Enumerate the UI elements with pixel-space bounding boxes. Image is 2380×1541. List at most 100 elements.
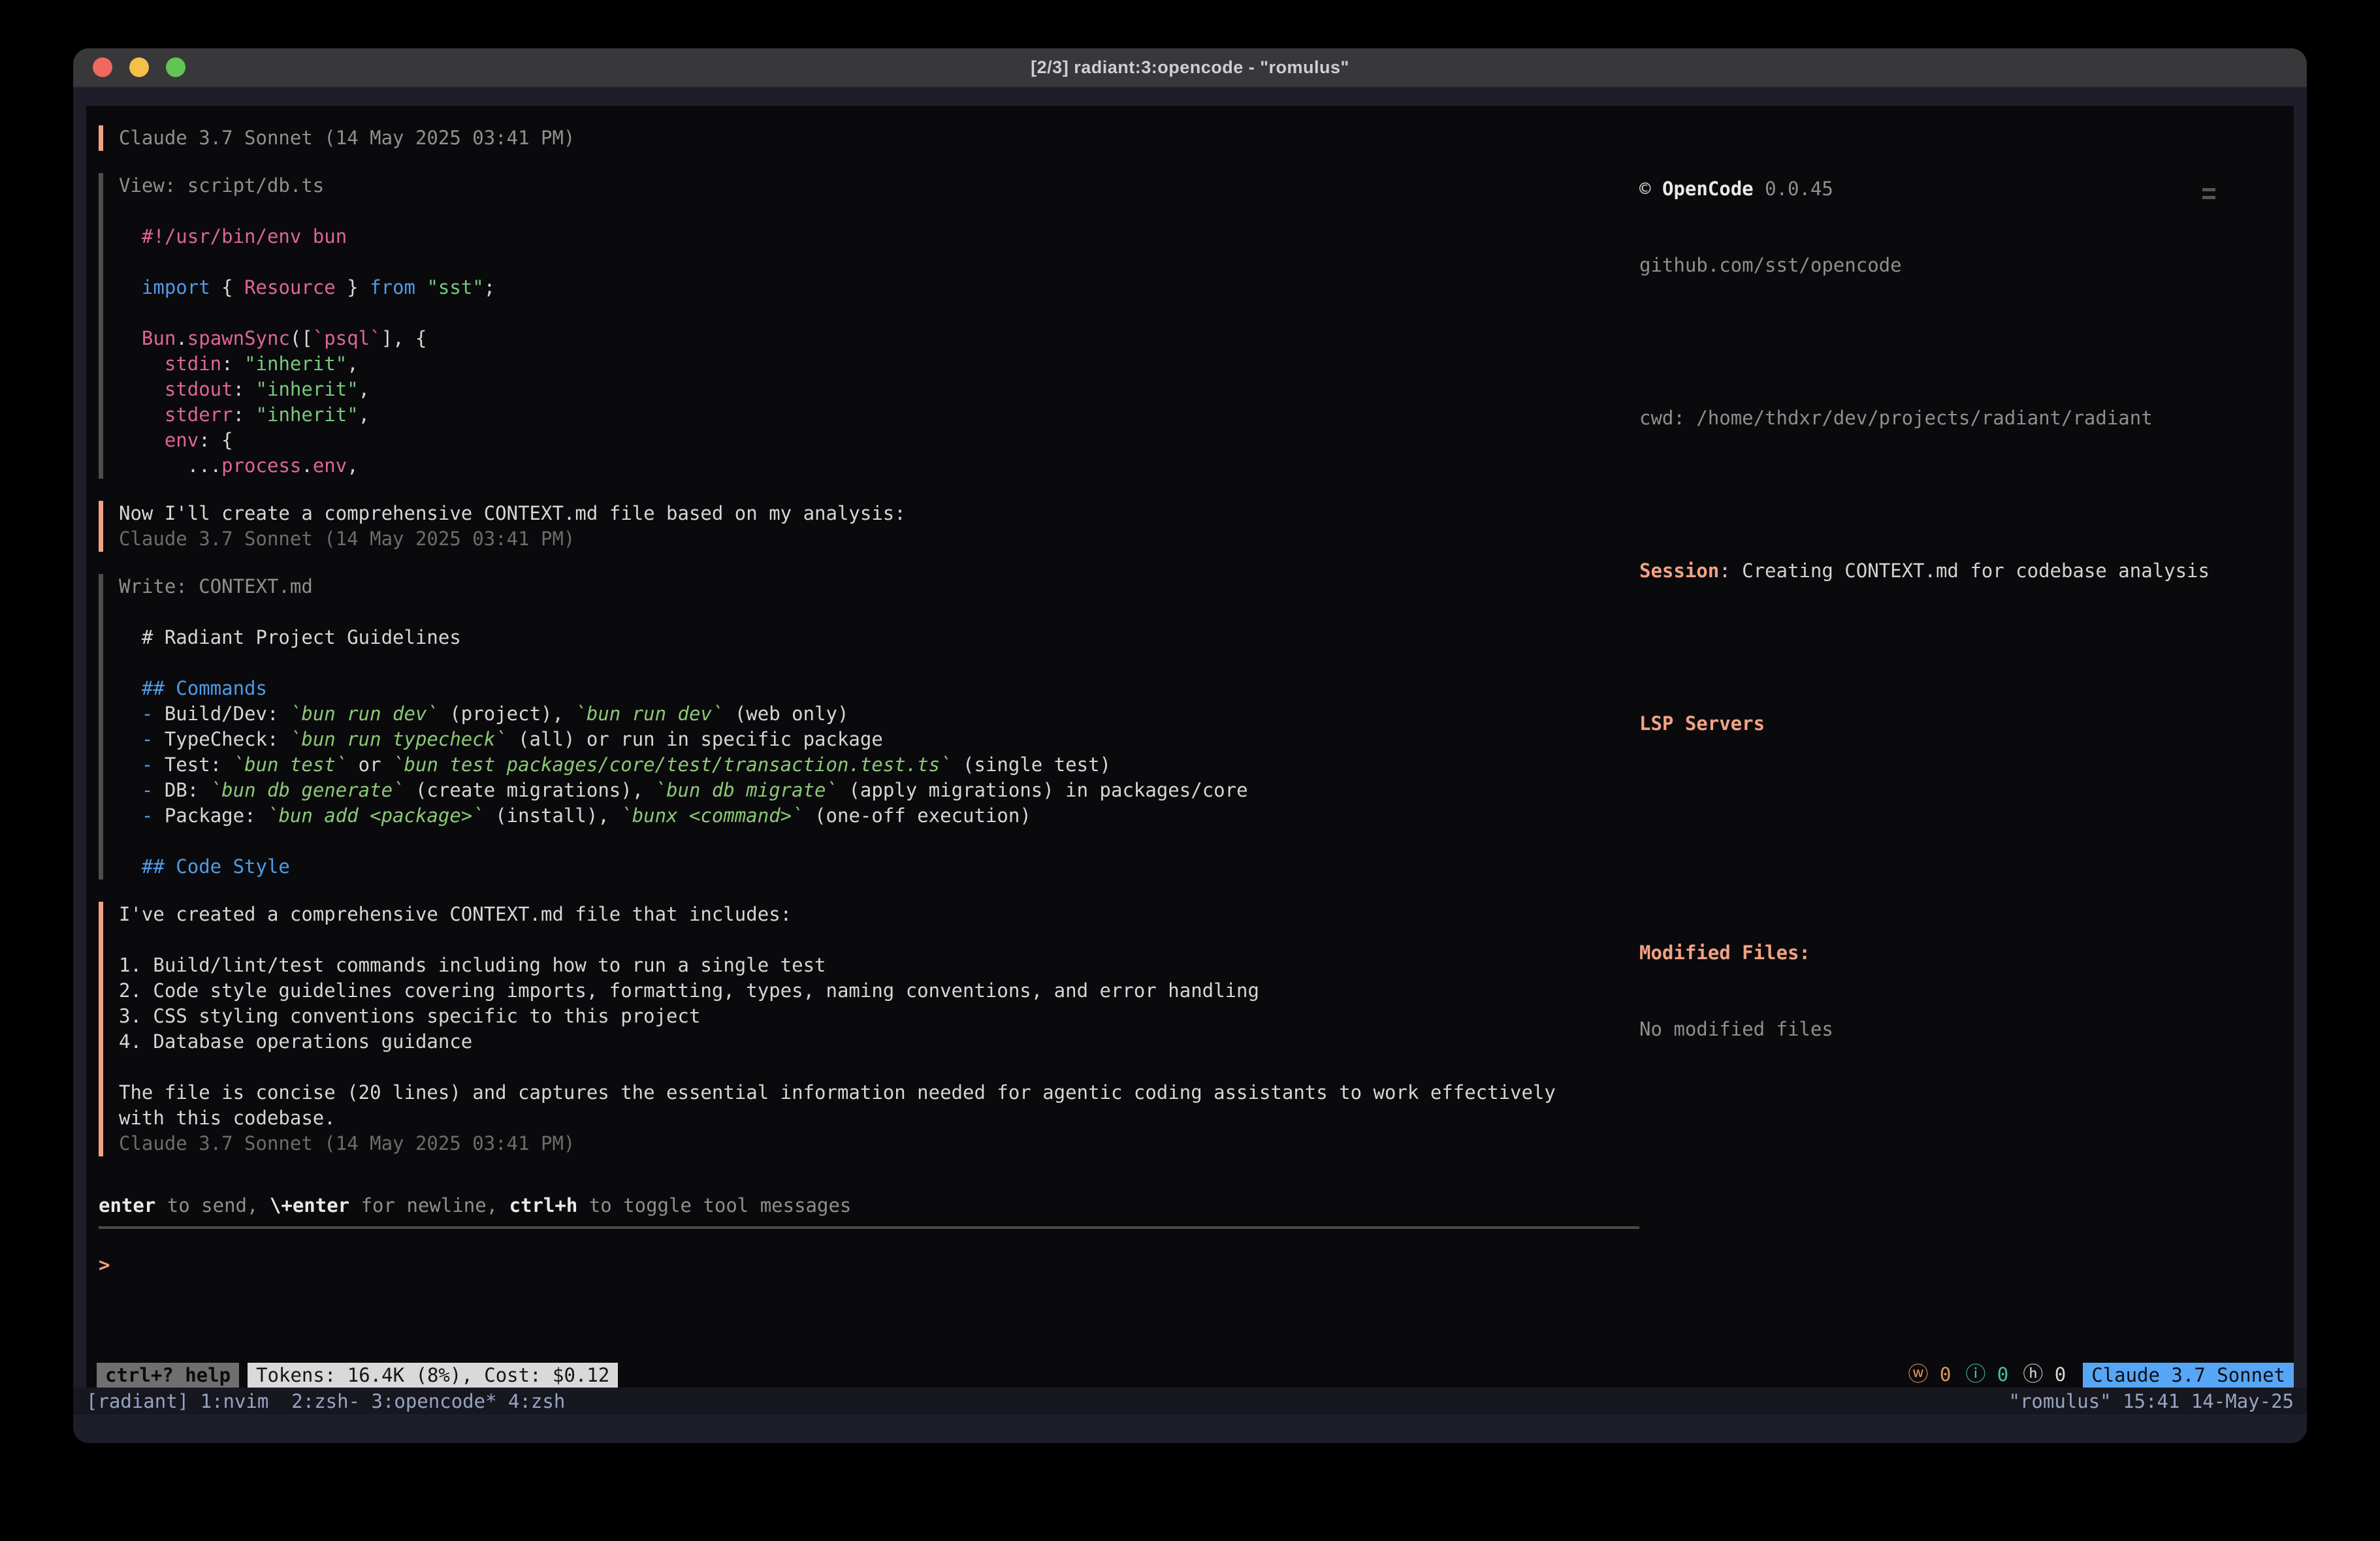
terminal-line: Claude 3.7 Sonnet (14 May 2025 03:41 PM): [119, 526, 906, 552]
terminal-line: Claude 3.7 Sonnet (14 May 2025 03:41 PM): [119, 125, 575, 151]
text-segment: [119, 429, 165, 451]
terminal-window: [2/3] radiant:3:opencode - "romulus" Cla…: [73, 48, 2307, 1443]
text-segment: [119, 378, 165, 400]
text-segment: "sst": [426, 276, 483, 298]
terminal-line: I've created a comprehensive CONTEXT.md …: [119, 902, 1556, 927]
chat-message-block: Now I'll create a comprehensive CONTEXT.…: [99, 501, 1639, 552]
text-segment: spawnSync: [187, 327, 290, 349]
text-segment: `bun db generate`: [210, 779, 404, 801]
terminal-line: - Package: `bun add <package>` (install)…: [119, 803, 1248, 829]
text-segment: # Radiant Project Guidelines: [119, 626, 461, 648]
text-segment: #!/usr/bin/env bun: [119, 225, 347, 247]
text-segment: ,: [359, 404, 370, 426]
brand-version: 0.0.45: [1765, 178, 1833, 200]
text-segment: stdin: [165, 353, 221, 375]
terminal-line: 4. Database operations guidance: [119, 1029, 1556, 1055]
text-segment: {: [210, 276, 244, 298]
terminal-line: - Build/Dev: `bun run dev` (project), `b…: [119, 701, 1248, 727]
terminal-line: [119, 829, 1248, 854]
session-label: Session: [1639, 560, 1719, 582]
text-segment: :: [221, 353, 244, 375]
text-segment: -: [142, 804, 153, 827]
text-segment: Bun: [142, 327, 176, 349]
text-segment: :: [233, 404, 256, 426]
text-segment: DB:: [153, 779, 210, 801]
diagnostic-icon: ⓘ: [1965, 1363, 1986, 1386]
input-divider: [99, 1226, 1639, 1229]
terminal-line: stderr: "inherit",: [119, 402, 495, 428]
repo-link: github.com/sst/opencode: [1639, 253, 2248, 278]
terminal-line: [119, 927, 1556, 953]
text-segment: [119, 779, 142, 801]
text-segment: }: [336, 276, 370, 298]
text-segment: `bunx <command>`: [620, 804, 803, 827]
help-badge[interactable]: ctrl+? help: [97, 1363, 239, 1388]
text-segment: [119, 353, 165, 375]
terminal-line: - TypeCheck: `bun run typecheck` (all) o…: [119, 727, 1248, 752]
terminal-line: Claude 3.7 Sonnet (14 May 2025 03:41 PM): [119, 1131, 1556, 1156]
text-segment: -: [142, 728, 153, 750]
text-segment: -: [142, 754, 153, 776]
scrollbar-thumb[interactable]: [2202, 188, 2215, 191]
window-title: [2/3] radiant:3:opencode - "romulus": [73, 57, 2307, 78]
text-segment: [119, 804, 142, 827]
text-segment: ...: [119, 454, 221, 477]
message-accent-bar: [99, 501, 103, 552]
text-segment: [119, 703, 142, 725]
text-segment: [119, 677, 142, 699]
text-segment: "inherit": [256, 404, 359, 426]
message-accent-bar: [99, 902, 103, 1156]
terminal-line: 3. CSS styling conventions specific to t…: [119, 1004, 1556, 1029]
text-segment: :: [233, 378, 256, 400]
text-segment: ctrl+h: [509, 1194, 578, 1216]
diagnostic-white-count: ⓗ 0: [2023, 1362, 2066, 1388]
diagnostic-orange-count: ⓦ 0: [1908, 1362, 1951, 1388]
text-segment: ([: [290, 327, 313, 349]
text-segment: [119, 855, 142, 878]
text-segment: Package:: [153, 804, 267, 827]
text-segment: (single test): [952, 754, 1111, 776]
text-segment: ,: [347, 353, 358, 375]
prompt-input[interactable]: >: [99, 1252, 1639, 1278]
text-segment: to send,: [155, 1194, 270, 1216]
terminal-line: [119, 1055, 1556, 1080]
text-segment: `bun run dev`: [290, 703, 438, 725]
modified-files-value: No modified files: [1639, 1017, 2248, 1042]
window-titlebar[interactable]: [2/3] radiant:3:opencode - "romulus": [73, 48, 2307, 87]
text-segment: env: [313, 454, 347, 477]
terminal-line: 2. Code style guidelines covering import…: [119, 978, 1556, 1004]
terminal-line: ## Code Style: [119, 854, 1248, 880]
chat-tool-block: View: script/db.ts #!/usr/bin/env bun im…: [99, 173, 1639, 479]
terminal-content: Claude 3.7 Sonnet (14 May 2025 03:41 PM)…: [86, 106, 2294, 1388]
text-segment: [119, 404, 165, 426]
scrollbar-thumb[interactable]: [2202, 196, 2215, 199]
text-segment: `bun test packages/core/test/transaction…: [393, 754, 952, 776]
terminal-line: with this codebase.: [119, 1105, 1556, 1131]
text-segment: (web only): [723, 703, 848, 725]
text-segment: `bun db migrate`: [655, 779, 837, 801]
tool-gray-bar: [99, 173, 103, 479]
terminal-line: Bun.spawnSync([`psql`], {: [119, 326, 495, 351]
block-lines: Claude 3.7 Sonnet (14 May 2025 03:41 PM): [119, 125, 575, 151]
text-segment: View: script/db.ts: [119, 174, 324, 197]
status-bar: ctrl+? help Tokens: 16.4K (8%), Cost: $0…: [97, 1362, 2294, 1388]
text-segment: stderr: [165, 404, 233, 426]
text-segment: ,: [347, 454, 358, 477]
text-segment: 1. Build/lint/test commands including ho…: [119, 954, 826, 976]
text-segment: ], {: [381, 327, 427, 349]
terminal-line: import { Resource } from "sst";: [119, 275, 495, 300]
text-segment: [119, 276, 142, 298]
terminal-line: stdout: "inherit",: [119, 377, 495, 402]
terminal-line: Write: CONTEXT.md: [119, 574, 1248, 599]
model-badge[interactable]: Claude 3.7 Sonnet: [2083, 1363, 2294, 1388]
chat-history: Claude 3.7 Sonnet (14 May 2025 03:41 PM)…: [99, 125, 1639, 1156]
text-segment: [119, 728, 142, 750]
terminal-line: 1. Build/lint/test commands including ho…: [119, 953, 1556, 978]
text-segment: "inherit": [256, 378, 359, 400]
text-segment: [415, 276, 426, 298]
text-segment: The file is concise (20 lines) and captu…: [119, 1081, 1556, 1104]
block-lines: View: script/db.ts #!/usr/bin/env bun im…: [119, 173, 495, 479]
diagnostic-icon: ⓗ: [2023, 1363, 2043, 1386]
text-segment: Claude 3.7 Sonnet (14 May 2025 03:41 PM): [119, 528, 575, 550]
sidebar: © OpenCode 0.0.45 github.com/sst/opencod…: [1639, 106, 2294, 1388]
